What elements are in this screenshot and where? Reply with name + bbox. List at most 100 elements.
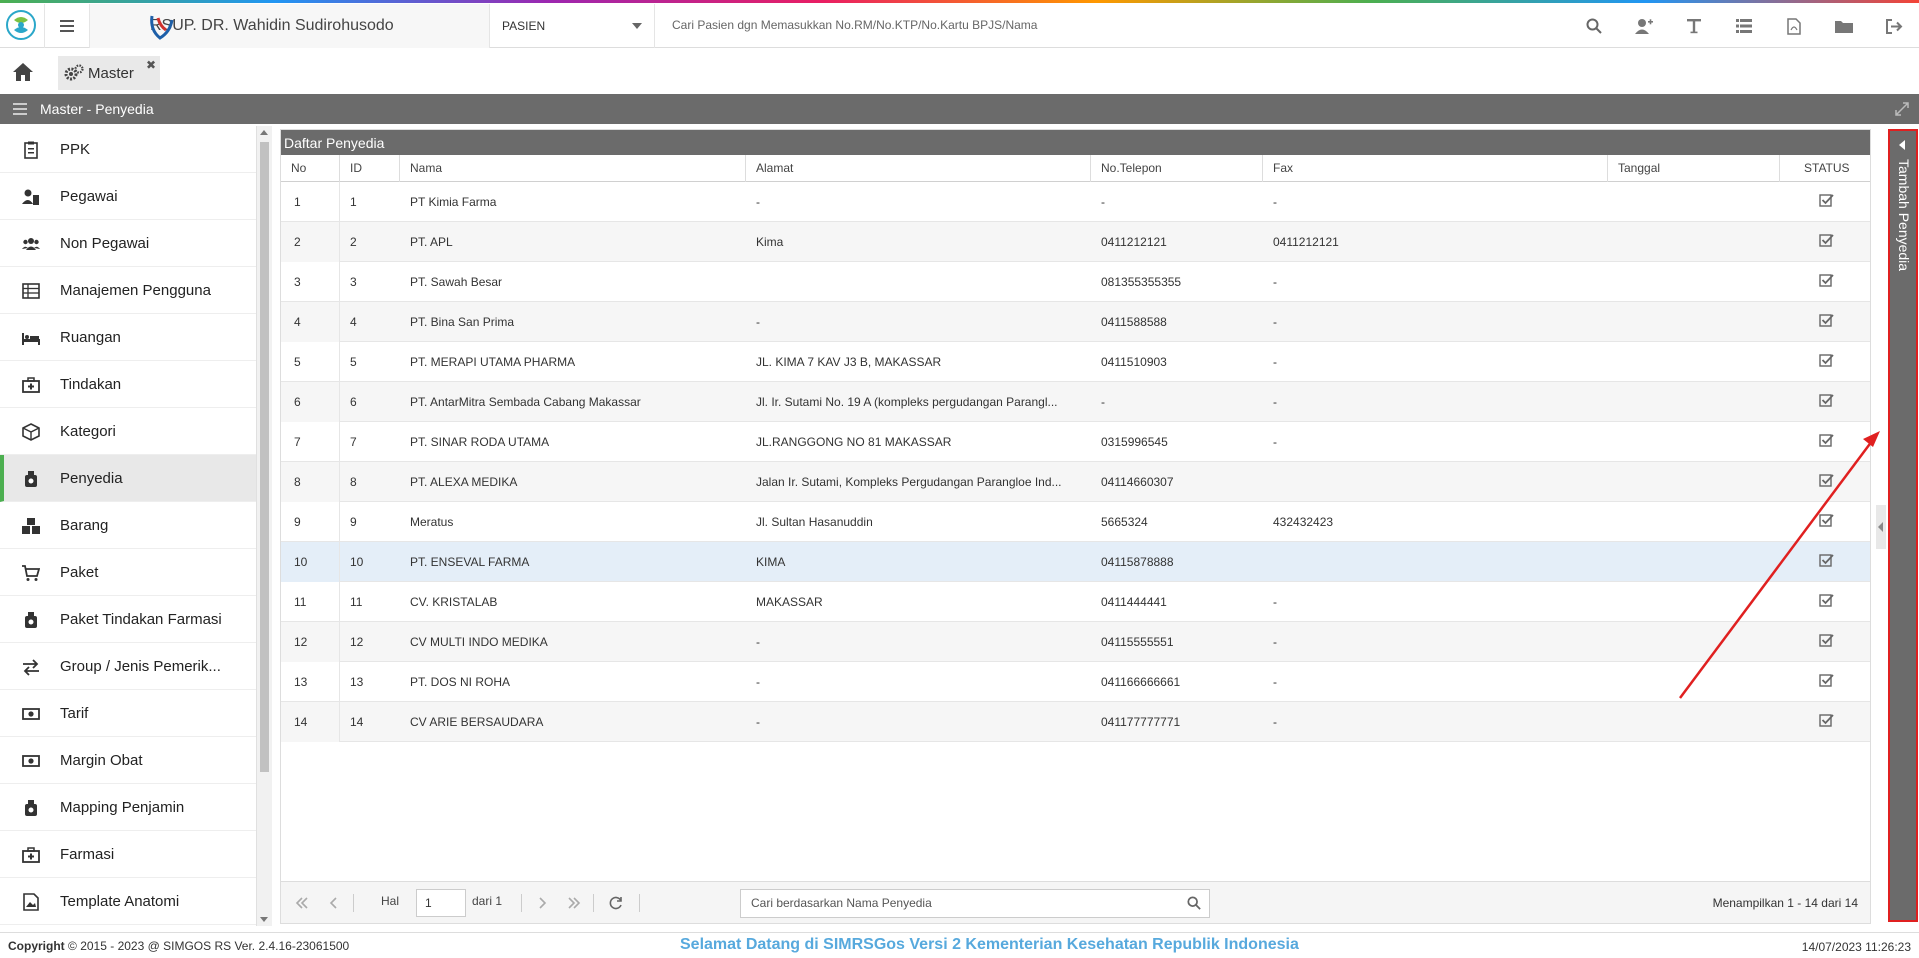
cell-alamat: -	[756, 315, 760, 329]
column-header[interactable]: ID	[340, 155, 400, 182]
add-supplier-panel[interactable]: Tambah Penyedia	[1888, 129, 1918, 922]
table-row[interactable]: 6 6 PT. AntarMitra Sembada Cabang Makassar…	[281, 382, 1870, 422]
sidebar-item-group-jenis-pemeriksaan[interactable]: Group / Jenis Pemerik...	[0, 643, 256, 690]
cell-nama: PT. AntarMitra Sembada Cabang Makassar	[410, 395, 641, 409]
separator	[593, 894, 594, 912]
sidebar-item-penyedia[interactable]: Penyedia	[0, 455, 256, 502]
table-row[interactable]: 9 9 Meratus Jl. Sultan Hasanuddin 5665324 432…	[281, 502, 1870, 542]
text-icon[interactable]	[1669, 4, 1719, 48]
column-header[interactable]: Nama	[400, 155, 746, 182]
column-header[interactable]: No	[281, 155, 340, 182]
logout-icon[interactable]	[1869, 4, 1919, 48]
sidebar-scrollbar[interactable]	[257, 126, 272, 926]
status-checkbox-icon[interactable]	[1819, 273, 1834, 288]
sidebar-item-farmasi[interactable]: Farmasi	[0, 831, 256, 878]
column-header[interactable]: STATUS	[1780, 155, 1872, 182]
page-number-input[interactable]: 1	[416, 889, 466, 917]
status-checkbox-icon[interactable]	[1819, 233, 1834, 248]
medkit-icon	[22, 847, 40, 863]
cell-tanggal	[1608, 182, 1780, 222]
sidebar-item-tindakan[interactable]: Tindakan	[0, 361, 256, 408]
cell-fax: 432432423	[1273, 515, 1334, 529]
cell-no: 2	[281, 222, 340, 262]
table-row[interactable]: 1 1 PT Kimia Farma - - -	[281, 182, 1870, 222]
scrollbar-thumb[interactable]	[260, 142, 269, 772]
column-header[interactable]: Alamat	[746, 155, 1091, 182]
folder-icon[interactable]	[1819, 4, 1869, 48]
expand-icon[interactable]	[1895, 102, 1909, 116]
tab-master[interactable]: Master ✖	[58, 56, 160, 90]
last-page-icon[interactable]	[563, 892, 585, 914]
sidebar-item-paket[interactable]: Paket	[0, 549, 256, 596]
list-icon[interactable]	[1719, 4, 1769, 48]
column-header[interactable]: No.Telepon	[1091, 155, 1263, 182]
table-row[interactable]: 7 7 PT. SINAR RODA UTAMA JL.RANGGONG NO 81 …	[281, 422, 1870, 462]
status-checkbox-icon[interactable]	[1819, 353, 1834, 368]
search-icon[interactable]	[1187, 896, 1201, 910]
table-row[interactable]: 10 10 PT. ENSEVAL FARMA KIMA 04115878888	[281, 542, 1870, 582]
patient-search-input[interactable]: Cari Pasien dgn Memasukkan No.RM/No.KTP/…	[672, 18, 1037, 32]
sidebar-item-paket-tindakan-farmasi[interactable]: Paket Tindakan Farmasi	[0, 596, 256, 643]
module-select[interactable]: PASIEN	[490, 4, 655, 48]
menu-toggle-button[interactable]	[44, 4, 90, 48]
sidebar-item-non-pegawai[interactable]: Non Pegawai	[0, 220, 256, 267]
sidebar-item-label: Ruangan	[60, 328, 121, 346]
cell-id: 14	[350, 715, 364, 729]
caret-left-icon[interactable]	[1899, 140, 1905, 150]
sidebar-item-tarif[interactable]: Tarif	[0, 690, 256, 737]
cell-tanggal	[1608, 342, 1780, 382]
menu-icon[interactable]	[13, 103, 27, 115]
sidebar-item-template-anatomi[interactable]: Template Anatomi	[0, 878, 256, 925]
close-icon[interactable]: ✖	[146, 58, 156, 72]
prev-page-icon[interactable]	[323, 892, 345, 914]
sidebar-item-pegawai[interactable]: Pegawai	[0, 173, 256, 220]
status-checkbox-icon[interactable]	[1819, 713, 1834, 728]
sidebar-item-margin-obat[interactable]: Margin Obat	[0, 737, 256, 784]
table-row[interactable]: 13 13 PT. DOS NI ROHA - 041166666661 -	[281, 662, 1870, 702]
home-icon[interactable]	[12, 62, 34, 87]
table-row[interactable]: 14 14 CV ARIE BERSAUDARA - 041177777771 -	[281, 702, 1870, 742]
refresh-icon[interactable]	[605, 892, 627, 914]
sidebar-item-kategori[interactable]: Kategori	[0, 408, 256, 455]
pdf-icon[interactable]	[1769, 4, 1819, 48]
copyright: Copyright © 2015 - 2023 @ SIMGOS RS Ver.…	[8, 939, 349, 953]
sidebar-item-label: Tarif	[60, 704, 89, 722]
next-page-icon[interactable]	[531, 892, 553, 914]
sidebar-item-barang[interactable]: Barang	[0, 502, 256, 549]
hospital-brand: RSUP. DR. Wahidin Sudirohusodo	[90, 4, 490, 48]
supplier-search-input[interactable]: Cari berdasarkan Nama Penyedia	[740, 889, 1210, 918]
cell-no: 5	[281, 342, 340, 382]
hospital-logo-icon	[150, 15, 174, 40]
column-header[interactable]: Fax	[1263, 155, 1608, 182]
table-row[interactable]: 11 11 CV. KRISTALAB MAKASSAR 0411444441 -	[281, 582, 1870, 622]
sidebar-item-manajemen-pengguna[interactable]: Manajemen Pengguna	[0, 267, 256, 314]
cell-id: 2	[350, 235, 357, 249]
cell-tanggal	[1608, 222, 1780, 262]
scroll-up-icon[interactable]	[260, 130, 268, 135]
module-select-value: PASIEN	[502, 19, 546, 33]
sidebar-item-ruangan[interactable]: Ruangan	[0, 314, 256, 361]
app-logo-icon[interactable]	[6, 10, 36, 40]
sidebar: PPK Pegawai Non Pegawai Manajemen Penggu…	[0, 126, 257, 926]
add-user-icon[interactable]	[1619, 4, 1669, 48]
table-row[interactable]: 4 4 PT. Bina San Prima - 0411588588 -	[281, 302, 1870, 342]
table-row[interactable]: 3 3 PT. Sawah Besar 081355355355 -	[281, 262, 1870, 302]
column-header[interactable]: Tanggal	[1608, 155, 1780, 182]
scroll-down-icon[interactable]	[260, 917, 268, 922]
status-checkbox-icon[interactable]	[1819, 393, 1834, 408]
status-checkbox-icon[interactable]	[1819, 193, 1834, 208]
status-checkbox-icon[interactable]	[1819, 313, 1834, 328]
cell-alamat: Jl. Sultan Hasanuddin	[756, 515, 873, 529]
cell-id: 5	[350, 355, 357, 369]
table-row[interactable]: 12 12 CV MULTI INDO MEDIKA - 04115555551 -	[281, 622, 1870, 662]
table-row[interactable]: 5 5 PT. MERAPI UTAMA PHARMA JL. KIMA 7 KAV …	[281, 342, 1870, 382]
table-row[interactable]: 8 8 PT. ALEXA MEDIKA Jalan Ir. Sutami, Komp…	[281, 462, 1870, 502]
search-icon[interactable]	[1569, 4, 1619, 48]
first-page-icon[interactable]	[291, 892, 313, 914]
image-file-icon	[23, 893, 39, 911]
cell-nama: CV. KRISTALAB	[410, 595, 498, 609]
sidebar-item-mapping-penjamin[interactable]: Mapping Penjamin	[0, 784, 256, 831]
table-row[interactable]: 2 2 PT. APL Kima 0411212121 0411212121	[281, 222, 1870, 262]
sidebar-item-ppk[interactable]: PPK	[0, 126, 256, 173]
sidebar-item-label: PPK	[60, 140, 91, 158]
